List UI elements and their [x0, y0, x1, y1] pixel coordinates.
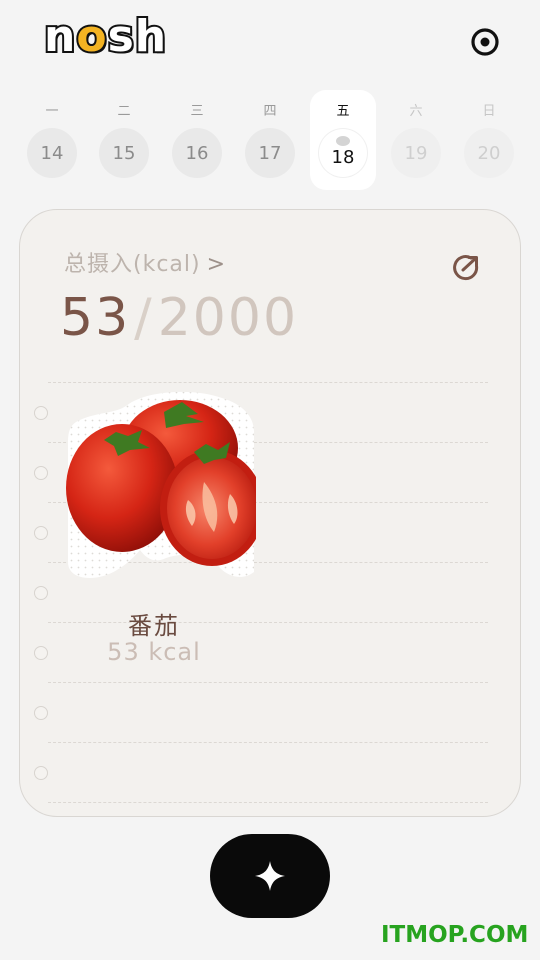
daily-intake-card: 总摄入(kcal) > 53/2000 番茄 53 kcal: [19, 209, 521, 817]
day-wed[interactable]: 三 16: [164, 90, 230, 190]
notebook-rule: [48, 742, 488, 743]
settings-circle-icon: [471, 28, 499, 56]
date-circle: 20: [464, 128, 514, 178]
day-sat[interactable]: 六 19: [383, 90, 449, 190]
add-food-button[interactable]: [210, 834, 330, 918]
logo-letters-suffix: sh: [106, 10, 168, 64]
day-of-week-label: 六: [409, 104, 423, 119]
watermark-text: ITMOP.COM: [381, 922, 529, 948]
binder-hole: [34, 706, 48, 720]
date-circle: 15: [99, 128, 149, 178]
share-button[interactable]: [451, 253, 481, 283]
chevron-right-icon: >: [206, 252, 227, 277]
logged-indicator-dot: [336, 136, 350, 146]
date-number: 18: [331, 146, 355, 168]
food-item[interactable]: 番茄 53 kcal: [54, 382, 256, 672]
calorie-readout: 53/2000: [60, 282, 298, 354]
nosh-logo: nosh: [42, 10, 168, 64]
date-circle: 16: [172, 128, 222, 178]
day-tue[interactable]: 二 15: [91, 90, 157, 190]
date-number: 17: [258, 142, 282, 164]
sparkle-plus-icon: [255, 861, 285, 891]
date-number: 14: [40, 142, 64, 164]
notebook-rule: [48, 682, 488, 683]
binder-hole: [34, 766, 48, 780]
day-of-week-label: 二: [117, 104, 131, 119]
day-thu[interactable]: 四 17: [237, 90, 303, 190]
date-number: 16: [185, 142, 209, 164]
share-icon: [453, 255, 479, 281]
binder-hole: [34, 646, 48, 660]
date-number: 15: [112, 142, 136, 164]
consumed-kcal: 53: [60, 288, 131, 348]
kcal-separator: /: [134, 288, 154, 348]
notebook-rule: [48, 802, 488, 803]
binder-hole: [34, 406, 48, 420]
binder-hole: [34, 526, 48, 540]
total-intake-label: 总摄入(kcal): [64, 252, 201, 277]
logo-letter-o: o: [74, 10, 108, 64]
day-of-week-label: 三: [190, 104, 204, 119]
day-fri-selected[interactable]: 五 18: [310, 90, 376, 190]
date-circle: 18: [318, 128, 368, 178]
binder-hole: [34, 466, 48, 480]
day-of-week-label: 日: [482, 104, 496, 119]
logo-letters-prefix: n: [42, 10, 77, 64]
date-number: 20: [477, 142, 501, 164]
date-circle: 17: [245, 128, 295, 178]
food-kcal: 53 kcal: [107, 638, 201, 666]
week-date-selector: 一 14 二 15 三 16 四 17 五 18 六 19 日 20: [16, 90, 526, 190]
day-of-week-label: 一: [45, 104, 59, 119]
date-circle: 14: [27, 128, 77, 178]
binder-hole: [34, 586, 48, 600]
app-header: nosh: [0, 0, 540, 85]
settings-button[interactable]: [468, 25, 502, 59]
food-name: 番茄: [128, 612, 180, 640]
tomato-image: [66, 391, 256, 578]
goal-kcal: 2000: [157, 288, 299, 348]
date-circle: 19: [391, 128, 441, 178]
day-of-week-label: 四: [263, 104, 277, 119]
day-mon[interactable]: 一 14: [19, 90, 85, 190]
date-number: 19: [404, 142, 428, 164]
day-sun[interactable]: 日 20: [456, 90, 522, 190]
total-intake-link[interactable]: 总摄入(kcal) >: [64, 246, 226, 278]
day-of-week-label: 五: [336, 104, 350, 119]
